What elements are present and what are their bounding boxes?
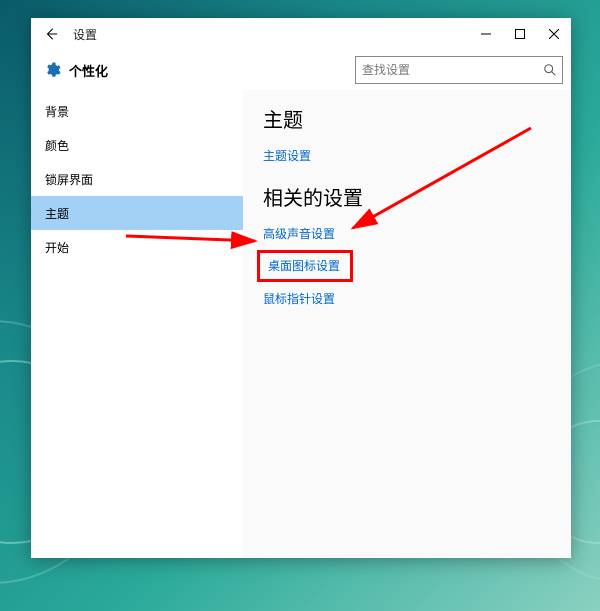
close-button[interactable] [537,18,571,50]
search-box[interactable] [355,56,563,84]
maximize-icon [515,29,525,39]
titlebar: 设置 [31,18,571,50]
link-advanced-sound-settings[interactable]: 高级声音设置 [263,225,571,242]
sidebar: 背景 颜色 锁屏界面 主题 开始 [31,90,243,558]
link-theme-settings[interactable]: 主题设置 [263,147,571,164]
sidebar-item-label: 背景 [45,103,69,120]
link-mouse-pointer-settings[interactable]: 鼠标指针设置 [263,290,571,307]
section-heading-themes: 主题 [263,104,571,133]
window-title: 设置 [71,26,97,43]
minimize-button[interactable] [469,18,503,50]
back-arrow-icon [44,27,58,41]
sidebar-item-colors[interactable]: 颜色 [31,128,243,162]
sidebar-item-label: 颜色 [45,137,69,154]
sidebar-item-label: 开始 [45,239,69,256]
window-body: 背景 颜色 锁屏界面 主题 开始 主题 主题设置 相关的设置 高级声音设置 桌面… [31,90,571,558]
minimize-icon [481,29,491,39]
section-heading-related: 相关的设置 [263,182,571,211]
back-button[interactable] [31,18,71,50]
settings-window: 设置 个性化 [31,18,571,558]
sidebar-item-label: 主题 [45,205,69,222]
gear-icon [43,61,61,79]
search-input[interactable] [356,57,562,83]
header-row: 个性化 [31,50,571,90]
page-title: 个性化 [69,61,108,80]
sidebar-item-label: 锁屏界面 [45,171,93,188]
content-pane: 主题 主题设置 相关的设置 高级声音设置 桌面图标设置 鼠标指针设置 [243,90,571,558]
search-icon [543,63,557,77]
sidebar-item-background[interactable]: 背景 [31,94,243,128]
maximize-button[interactable] [503,18,537,50]
close-icon [549,29,559,39]
annotation-highlight-box: 桌面图标设置 [257,250,353,282]
sidebar-item-start[interactable]: 开始 [31,230,243,264]
sidebar-item-themes[interactable]: 主题 [31,196,243,230]
sidebar-item-lockscreen[interactable]: 锁屏界面 [31,162,243,196]
link-desktop-icon-settings[interactable]: 桌面图标设置 [268,257,340,274]
